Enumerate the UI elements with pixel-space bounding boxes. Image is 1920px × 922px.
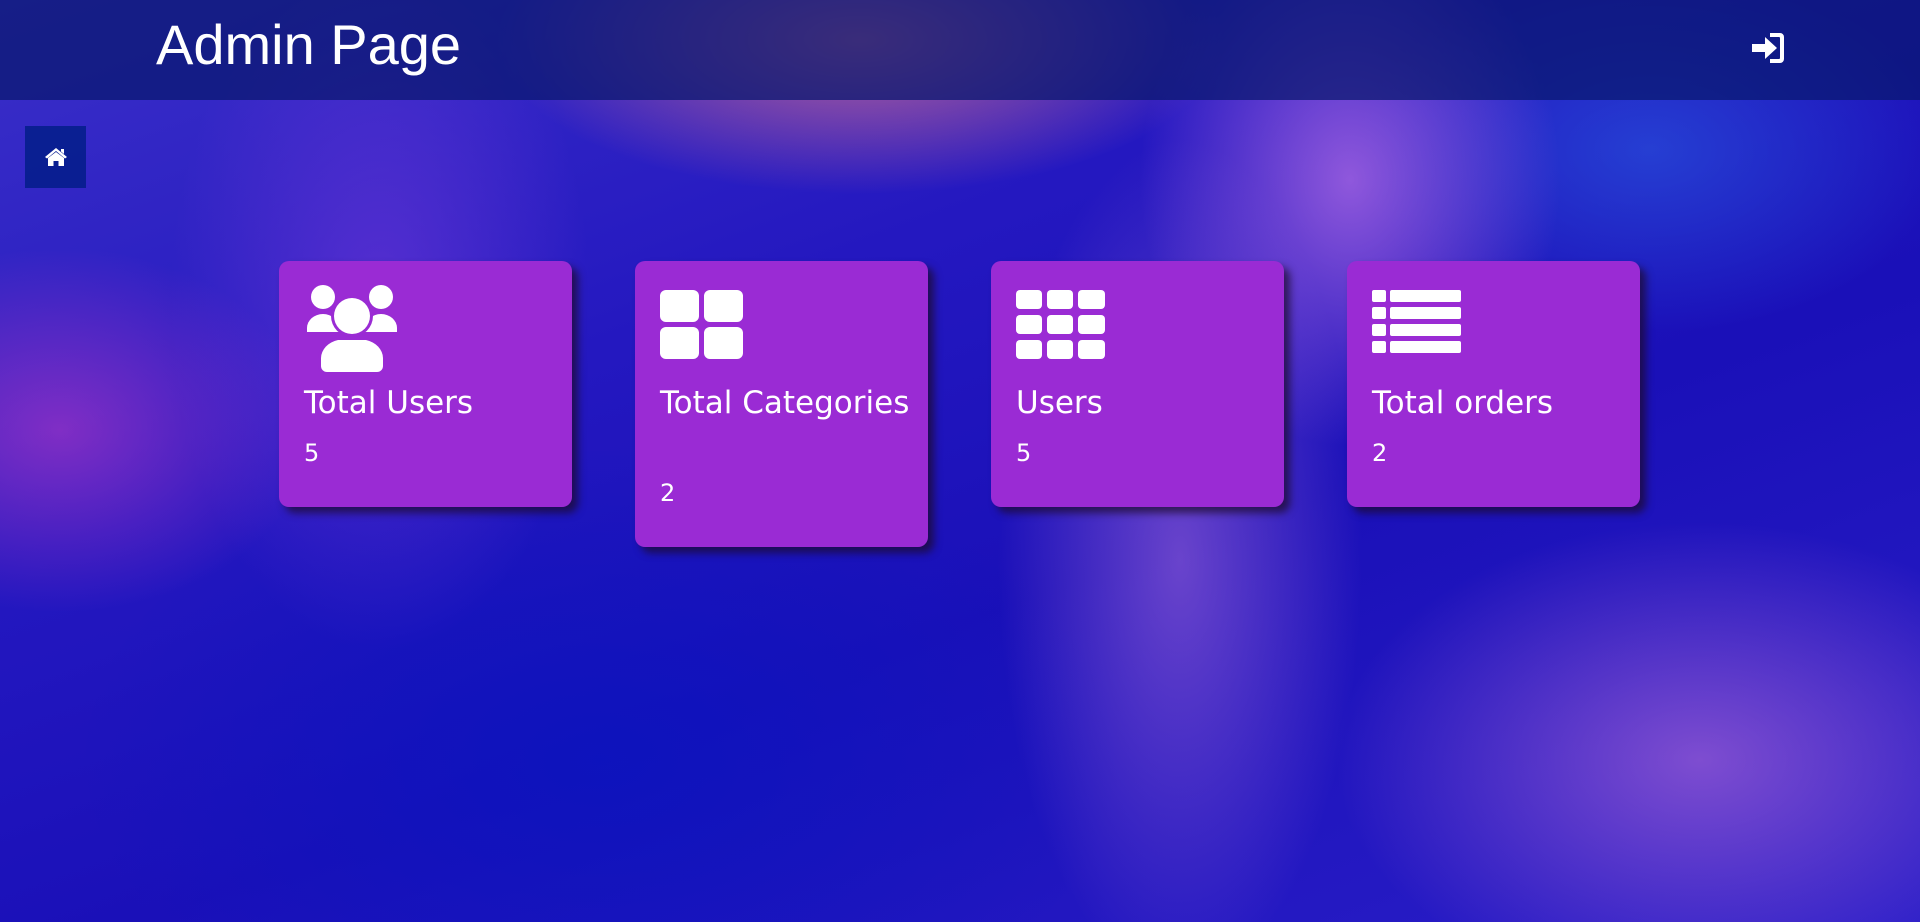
total-users-card[interactable]: Total Users 5 <box>279 261 572 507</box>
total-orders-card[interactable]: Total orders 2 <box>1347 261 1640 507</box>
users-card[interactable]: Users 5 <box>991 261 1284 507</box>
card-title: Total Users <box>304 385 474 421</box>
page-title: Admin Page <box>156 13 462 76</box>
users-group-icon <box>307 285 397 374</box>
card-title: Total Categories <box>660 385 910 421</box>
card-value: 2 <box>1372 439 1388 467</box>
small-grid-icon <box>1016 290 1105 359</box>
sign-in-icon <box>1752 33 1784 63</box>
home-icon <box>44 148 67 166</box>
card-value: 2 <box>660 479 676 507</box>
total-categories-card[interactable]: Total Categories 2 <box>635 261 928 547</box>
card-title: Users <box>1016 385 1103 421</box>
home-button[interactable] <box>25 126 86 188</box>
card-value: 5 <box>1016 439 1032 467</box>
card-value: 5 <box>304 439 320 467</box>
list-icon <box>1372 290 1461 353</box>
top-bar: Admin Page <box>0 0 1920 100</box>
login-button[interactable] <box>1750 30 1786 66</box>
large-grid-icon <box>660 290 743 359</box>
card-title: Total orders <box>1372 385 1554 421</box>
